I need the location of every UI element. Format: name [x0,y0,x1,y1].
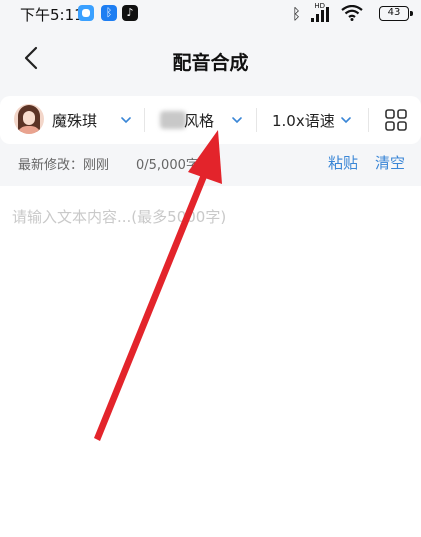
status-indicators: ᛒ HD 43 [249,2,413,24]
grid-menu-icon[interactable] [384,108,408,132]
divider [368,108,369,132]
divider [144,108,145,132]
signal-icon [309,6,331,22]
text-input[interactable] [12,206,410,526]
speed-label: 1.0x语速 [272,112,335,130]
paste-button[interactable]: 粘贴 [328,152,358,173]
clear-button[interactable]: 清空 [375,152,405,173]
wifi-icon [341,5,363,21]
chevron-down-icon [121,117,131,124]
editor-area [0,190,421,537]
notification-app-icon [78,5,94,21]
voice-name: 魔殊琪 [52,112,98,130]
nav-header: 配音合成 [0,28,421,90]
bluetooth-icon: ᛒ [291,5,301,23]
char-count: 0/5,000字 [136,158,199,173]
chevron-down-icon [232,117,242,124]
avatar [14,104,44,134]
style-label: 风格 [184,112,215,130]
toolbar-row: 魔殊琪 风格 1.0x语速 [0,96,421,144]
status-time: 下午5:11 [20,6,84,24]
speed-selector[interactable]: 1.0x语速 [262,96,362,144]
divider [256,108,257,132]
meta-row: 最新修改：刚刚 0/5,000字 粘贴 清空 [0,148,421,178]
style-selector[interactable]: 风格 [150,96,252,144]
toolbar-card: 魔殊琪 风格 1.0x语速 最新修改：刚刚 0/5,000字 粘贴 清空 [0,90,421,186]
tiktok-app-icon: ♪ [122,5,138,21]
blurred-style-name [160,111,186,129]
last-modified-label: 最新修改：刚刚 [18,158,110,173]
page-title: 配音合成 [172,52,249,74]
battery-icon: 43 [379,6,413,21]
bluetooth-app-icon: ᛒ [101,5,117,21]
chevron-down-icon [341,117,351,124]
voice-selector[interactable]: 魔殊琪 [10,96,140,144]
status-bar: 下午5:11 ᛒ ♪ ᛒ HD 43 [0,0,421,28]
